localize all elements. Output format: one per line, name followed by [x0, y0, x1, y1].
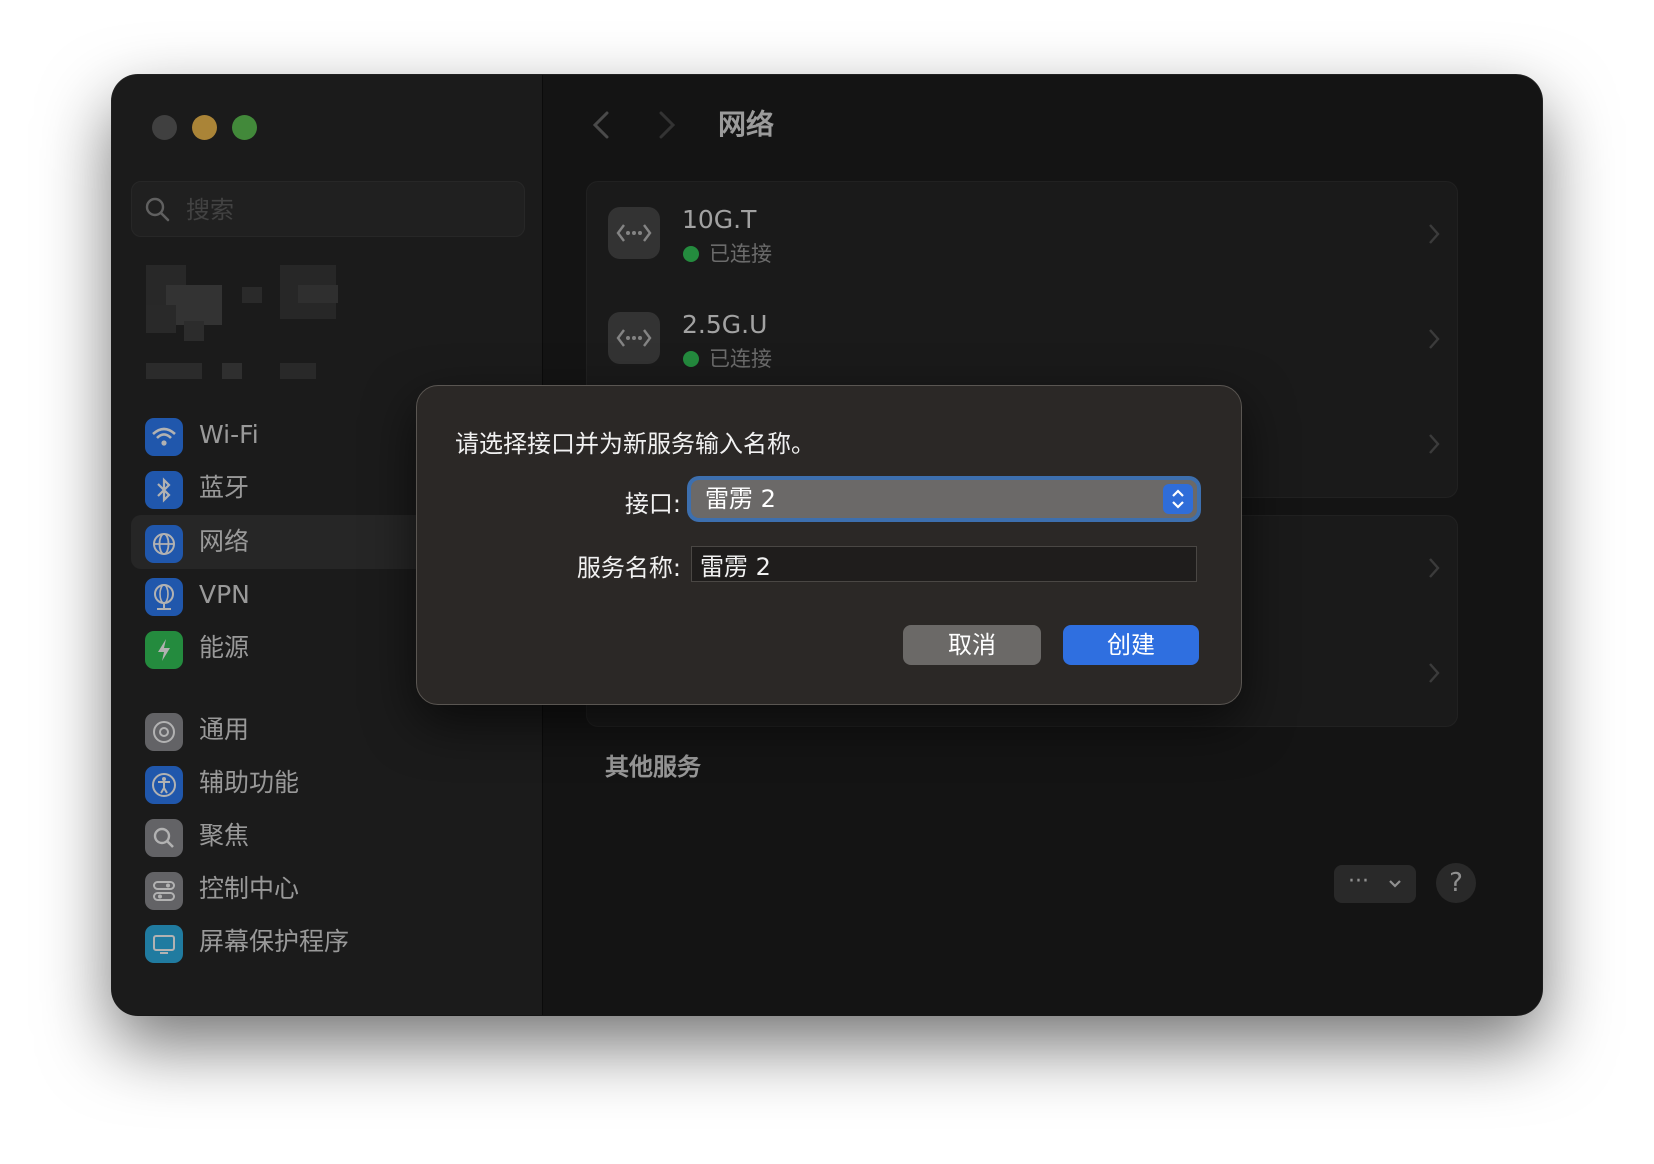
sidebar-item-label: 能源 — [199, 633, 250, 662]
chevron-right-icon — [1429, 224, 1440, 244]
bluetooth-icon — [145, 471, 183, 509]
sidebar-search[interactable] — [131, 181, 525, 238]
page-title: 网络 — [718, 108, 775, 141]
sidebar-item-label: Wi-Fi — [199, 420, 259, 449]
sidebar-item-label: 蓝牙 — [199, 473, 250, 502]
ellipsis-icon: ··· — [1348, 869, 1369, 894]
zoom-window-button[interactable] — [232, 115, 257, 140]
service-name: 10G.T — [682, 205, 757, 234]
sidebar-item-label: 通用 — [199, 715, 250, 744]
sidebar-item-general[interactable]: 通用 — [131, 703, 523, 757]
sidebar-item-accessibility[interactable]: 辅助功能 — [131, 756, 523, 810]
gear-icon — [145, 713, 183, 751]
sidebar-item-control-center[interactable]: 控制中心 — [131, 862, 523, 916]
chevron-right-icon — [1429, 329, 1440, 349]
account-avatar-pixelated[interactable] — [146, 265, 366, 405]
service-name-label: 服务名称: — [576, 554, 681, 582]
sidebar-item-label: 控制中心 — [199, 874, 300, 903]
vpn-globe-icon — [145, 578, 183, 616]
interface-label: 接口: — [624, 490, 681, 518]
cancel-button[interactable]: 取消 — [903, 625, 1041, 665]
status-dot-icon — [683, 246, 699, 262]
dialog-message: 请选择接口并为新服务输入名称。 — [455, 430, 815, 458]
interface-select[interactable]: 雷雳 2 — [691, 480, 1197, 518]
close-window-button[interactable] — [152, 115, 177, 140]
magnifier-icon — [145, 819, 183, 857]
service-row-2-5g-u[interactable]: 2.5G.U 已连接 — [587, 287, 1457, 393]
service-status: 已连接 — [709, 347, 772, 371]
more-actions-button[interactable]: ··· — [1334, 865, 1416, 903]
sidebar-item-label: VPN — [199, 580, 250, 609]
forward-chevron-icon[interactable] — [651, 105, 681, 145]
ethernet-icon — [608, 312, 660, 364]
chevron-right-icon — [1429, 663, 1440, 683]
battery-bolt-icon — [145, 631, 183, 669]
back-chevron-icon[interactable] — [587, 105, 617, 145]
sidebar-item-label: 屏幕保护程序 — [199, 927, 350, 956]
minimize-window-button[interactable] — [192, 115, 217, 140]
sidebar-item-label: 网络 — [199, 527, 250, 556]
chevron-right-icon — [1429, 558, 1440, 578]
service-status: 已连接 — [709, 242, 772, 266]
accessibility-icon — [145, 766, 183, 804]
toggles-icon — [145, 872, 183, 910]
search-input[interactable] — [184, 182, 508, 238]
service-row-10g-t[interactable]: 10G.T 已连接 — [587, 182, 1457, 288]
globe-icon — [145, 525, 183, 563]
search-icon — [145, 197, 170, 222]
sidebar-item-screen-saver[interactable]: 屏幕保护程序 — [131, 915, 523, 969]
updown-chevron-icon[interactable] — [1163, 484, 1193, 514]
interface-select-value: 雷雳 2 — [705, 485, 776, 513]
service-name: 2.5G.U — [682, 310, 768, 339]
ethernet-icon — [608, 207, 660, 259]
service-name-field[interactable] — [691, 546, 1197, 582]
help-button[interactable]: ? — [1436, 863, 1476, 903]
other-services-heading: 其他服务 — [605, 753, 701, 781]
chevron-right-icon — [1429, 434, 1440, 454]
screen-saver-icon — [145, 925, 183, 963]
new-service-dialog: 请选择接口并为新服务输入名称。 接口: 雷雳 2 服务名称: 取消 创建 — [416, 385, 1242, 705]
wifi-icon — [145, 418, 183, 456]
sidebar-item-spotlight[interactable]: 聚焦 — [131, 809, 523, 863]
status-dot-icon — [683, 351, 699, 367]
sidebar-item-label: 聚焦 — [199, 821, 250, 850]
create-button[interactable]: 创建 — [1063, 625, 1199, 665]
chevron-down-icon — [1389, 880, 1401, 888]
sidebar-item-label: 辅助功能 — [199, 768, 300, 797]
